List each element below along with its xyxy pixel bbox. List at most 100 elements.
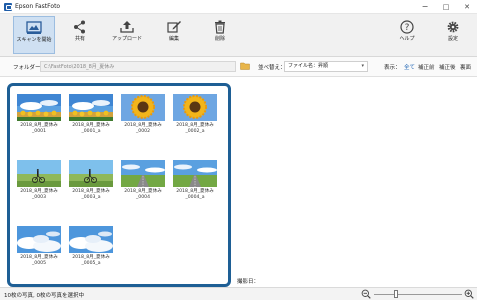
trash-icon xyxy=(215,20,225,34)
photo-filename-suffix: _0003_a xyxy=(81,194,101,200)
photo-filename-suffix: _0005 xyxy=(32,260,46,266)
photo-thumbnail[interactable]: 2018_8月_夏休み _0001_a xyxy=(67,94,115,134)
scan-icon xyxy=(26,21,42,34)
photo-filename: 2018_8月_夏休み xyxy=(72,189,110,194)
photo-caption: 2018_8月_夏休み _0002 xyxy=(119,123,167,134)
app-icon xyxy=(4,3,12,11)
status-bar: 10枚の写真, 0枚の写真を選択中 xyxy=(0,287,477,300)
zoom-slider-track[interactable] xyxy=(374,294,462,295)
filter-all[interactable]: 全て xyxy=(404,63,415,71)
photo-thumbnail[interactable]: 2018_8月_夏休み _0004 xyxy=(119,160,167,200)
window-title: Epson FastFoto xyxy=(15,3,61,10)
photo-image xyxy=(173,160,217,187)
help-icon: ? xyxy=(400,20,414,34)
photo-image xyxy=(17,160,61,187)
photo-image xyxy=(69,94,113,121)
photo-filename-suffix: _0004 xyxy=(136,194,150,200)
edit-button[interactable]: 編集 xyxy=(153,16,195,54)
details-panel: 撮影日： xyxy=(232,77,477,287)
photo-thumbnail[interactable]: 2018_8月_夏休み _0002 xyxy=(119,94,167,134)
sort-label: 並べ替え： xyxy=(258,65,286,71)
photo-filename-suffix: _0005_a xyxy=(81,260,101,266)
photo-gallery: 2018_8月_夏休み _0001 2018_8月_夏休み _0001_a 2018_8… xyxy=(7,83,231,287)
photo-thumbnail[interactable]: 2018_8月_夏休み _0004_a xyxy=(171,160,219,200)
title-bar: Epson FastFoto − □ ✕ xyxy=(0,0,477,14)
photo-caption: 2018_8月_夏休み _0005_a xyxy=(67,255,115,266)
photo-filename: 2018_8月_夏休み xyxy=(20,189,58,194)
settings-label: 設定 xyxy=(447,36,458,42)
zoom-out-icon[interactable] xyxy=(361,289,371,299)
chevron-down-icon: ▾ xyxy=(361,63,364,69)
photo-filename-suffix: _0004_a xyxy=(185,194,205,200)
edit-icon xyxy=(167,21,181,33)
zoom-in-icon[interactable] xyxy=(464,289,474,299)
capture-date-label: 撮影日： xyxy=(237,279,260,285)
photo-filename: 2018_8月_夏休み xyxy=(176,123,214,128)
photo-filename: 2018_8月_夏休み xyxy=(72,255,110,260)
photo-thumbnail[interactable]: 2018_8月_夏休み _0002_a xyxy=(171,94,219,134)
close-button[interactable]: ✕ xyxy=(460,1,474,13)
share-button[interactable]: 共有 xyxy=(59,16,101,54)
photo-filename: 2018_8月_夏休み xyxy=(124,123,162,128)
status-text: 10枚の写真, 0枚の写真を選択中 xyxy=(4,293,84,299)
photo-filename: 2018_8月_夏休み xyxy=(124,189,162,194)
photo-thumbnail[interactable]: 2018_8月_夏休み _0003_a xyxy=(67,160,115,200)
photo-caption: 2018_8月_夏休み _0002_a xyxy=(171,123,219,134)
photo-caption: 2018_8月_夏休み _0001 xyxy=(15,123,63,134)
photo-image xyxy=(121,94,165,121)
photo-filename: 2018_8月_夏休み xyxy=(20,255,58,260)
folder-bar: フォルダー： C:\FastFoto\2018_8月_夏休み 並べ替え： ファイ… xyxy=(0,57,477,77)
gear-icon xyxy=(447,21,459,33)
help-button[interactable]: ? ヘルプ xyxy=(386,16,428,54)
photo-caption: 2018_8月_夏休み _0001_a xyxy=(67,123,115,134)
folder-path-field[interactable]: C:\FastFoto\2018_8月_夏休み xyxy=(40,61,236,72)
photo-thumbnail[interactable]: 2018_8月_夏休み _0003 xyxy=(15,160,63,200)
zoom-slider-thumb[interactable] xyxy=(394,290,398,298)
photo-image xyxy=(17,94,61,121)
filter-after-correction[interactable]: 補正後 xyxy=(439,63,456,71)
photo-filename-suffix: _0003 xyxy=(32,194,46,200)
upload-label: アップロード xyxy=(111,36,142,42)
folder-icon[interactable] xyxy=(240,62,250,70)
photo-filename: 2018_8月_夏休み xyxy=(176,189,214,194)
photo-caption: 2018_8月_夏休み _0004_a xyxy=(171,189,219,200)
help-label: ヘルプ xyxy=(399,36,415,42)
share-label: 共有 xyxy=(74,36,85,42)
photo-filename-suffix: _0002 xyxy=(136,128,150,134)
photo-caption: 2018_8月_夏休み _0003 xyxy=(15,189,63,200)
filter-before-correction[interactable]: 補正前 xyxy=(418,63,435,71)
photo-filename-suffix: _0001_a xyxy=(81,128,101,134)
toolbar: スキャンを開始 共有 アップロード 編集 削除 ? ヘルプ 設定 xyxy=(0,14,477,57)
photo-image xyxy=(173,94,217,121)
share-icon xyxy=(74,20,85,34)
photo-thumbnail[interactable]: 2018_8月_夏休み _0005 xyxy=(15,226,63,266)
photo-filename: 2018_8月_夏休み xyxy=(20,123,58,128)
svg-text:?: ? xyxy=(405,23,410,33)
filter-back-side[interactable]: 裏面 xyxy=(460,63,471,71)
photo-caption: 2018_8月_夏休み _0004 xyxy=(119,189,167,200)
photo-thumbnail[interactable]: 2018_8月_夏休み _0001 xyxy=(15,94,63,134)
photo-thumbnail[interactable]: 2018_8月_夏休み _0005_a xyxy=(67,226,115,266)
photo-caption: 2018_8月_夏休み _0003_a xyxy=(67,189,115,200)
maximize-button[interactable]: □ xyxy=(439,1,453,13)
settings-button[interactable]: 設定 xyxy=(432,16,474,54)
photo-image xyxy=(69,160,113,187)
edit-label: 編集 xyxy=(168,36,179,42)
scan-label: スキャンを開始 xyxy=(16,37,52,43)
sort-select[interactable]: ファイル名：昇順 ▾ xyxy=(284,61,368,72)
photo-image xyxy=(69,226,113,253)
upload-icon xyxy=(120,21,134,33)
photo-filename-suffix: _0001 xyxy=(32,128,46,134)
photo-image xyxy=(121,160,165,187)
delete-button[interactable]: 削除 xyxy=(199,16,241,54)
delete-label: 削除 xyxy=(214,36,225,42)
sort-value: ファイル名：昇順 xyxy=(288,63,329,69)
minimize-button[interactable]: − xyxy=(418,1,432,13)
photo-image xyxy=(17,226,61,253)
view-label: 表示： xyxy=(384,65,401,71)
photo-caption: 2018_8月_夏休み _0005 xyxy=(15,255,63,266)
scan-button[interactable]: スキャンを開始 xyxy=(13,16,55,54)
photo-filename-suffix: _0002_a xyxy=(185,128,205,134)
photo-filename: 2018_8月_夏休み xyxy=(72,123,110,128)
upload-button[interactable]: アップロード xyxy=(106,16,148,54)
